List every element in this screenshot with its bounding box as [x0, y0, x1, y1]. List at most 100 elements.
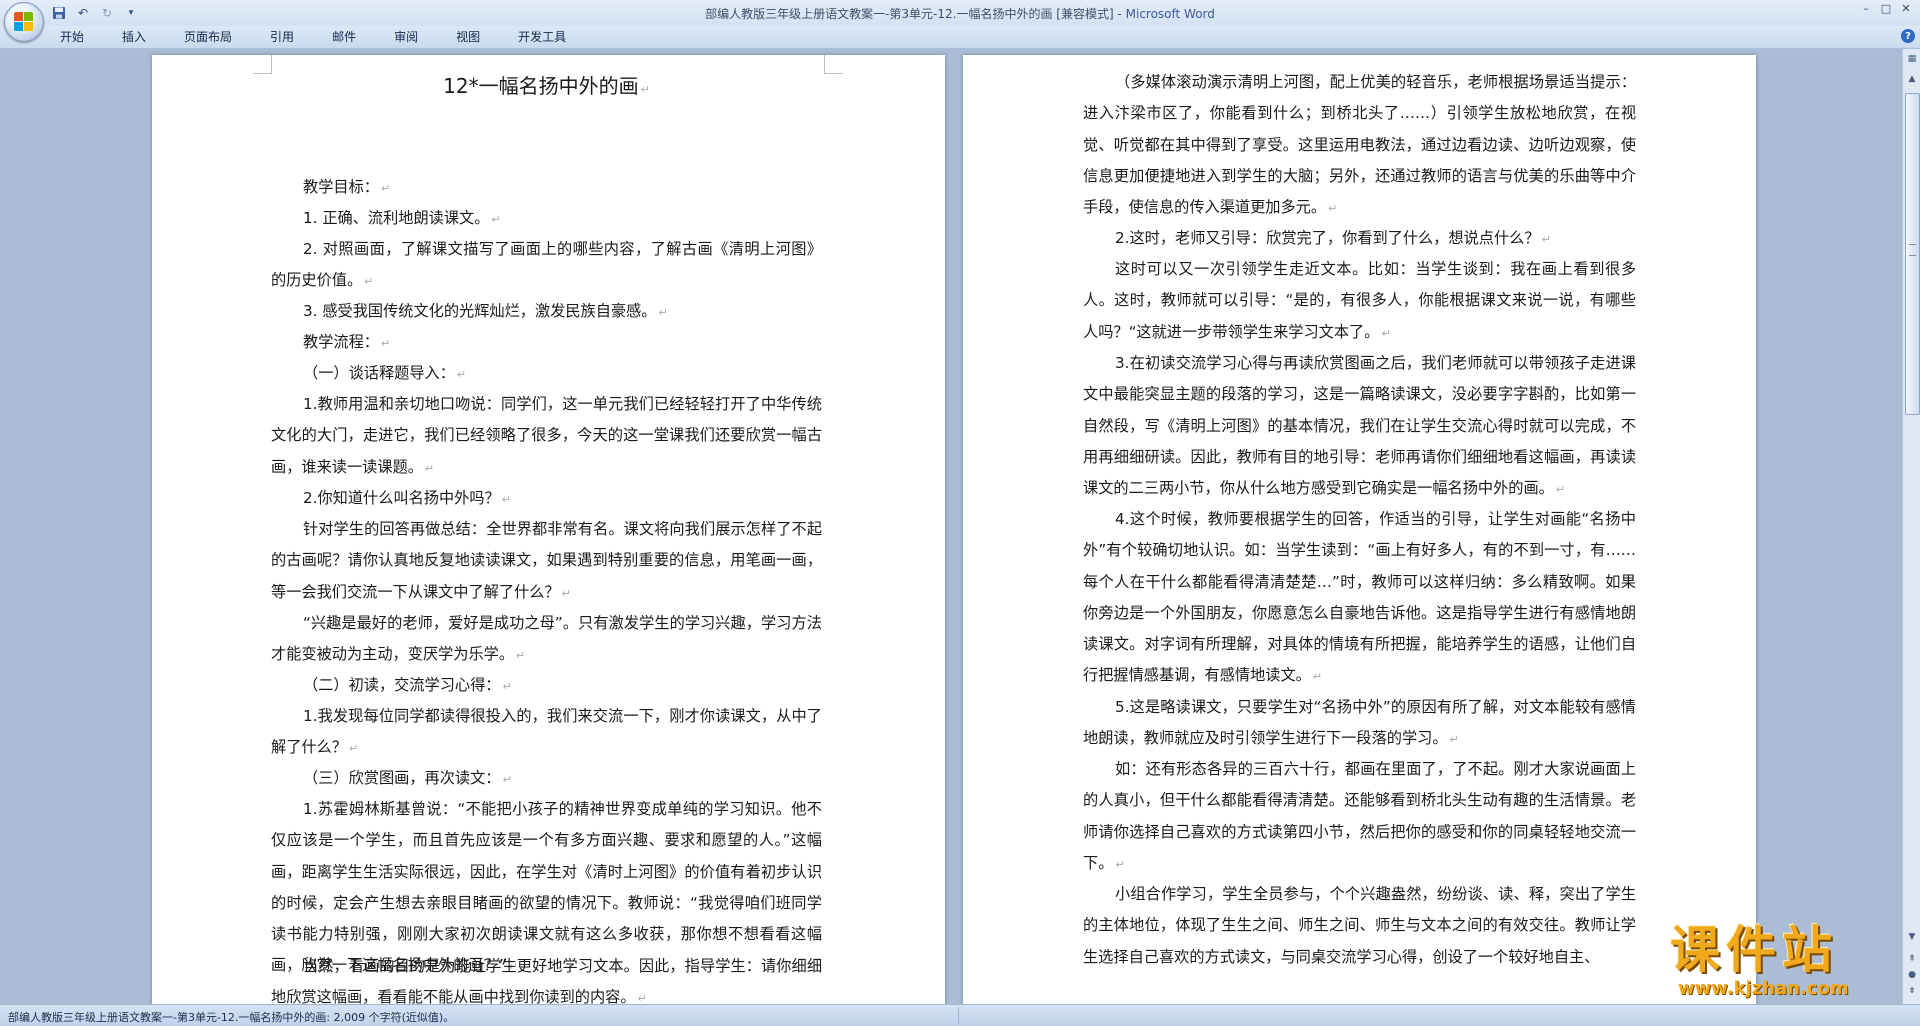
- paragraph: 当然，看画的目的是为能让学生更好地学习文本。因此，指导学生：请你细细地欣赏这幅画…: [271, 951, 822, 1004]
- paragraph-mark: ↵: [561, 586, 571, 600]
- scroll-up-icon[interactable]: ▲: [1904, 71, 1920, 87]
- paragraph-mark: ↵: [637, 992, 647, 1004]
- paragraph-mark: ↵: [364, 275, 374, 289]
- paragraph: 5.这是略读课文，只要学生对“名扬中外”的原因有所了解，对文本能较有感情地朗读，…: [1083, 692, 1636, 756]
- scrollbar-grip-icon: [1909, 244, 1916, 256]
- paragraph-mark: ↵: [516, 649, 526, 663]
- ribbon-tabs: 开始 插入 页面布局 引用 邮件 审阅 视图 开发工具: [48, 29, 592, 45]
- paragraph-text: 针对学生的回答再做总结：全世界都非常有名。课文将向我们展示怎样了不起的古画呢？请…: [271, 520, 822, 601]
- document-page-2[interactable]: （多媒体滚动演示清明上河图，配上优美的轻音乐，老师根据场景适当提示：进入汴梁市区…: [963, 55, 1756, 1004]
- paragraph: 1.我发现每位同学都读得很投入的，我们来交流一下，刚才你读课文，从中了解了什么？…: [271, 701, 822, 765]
- paragraph-mark: ↵: [1555, 483, 1566, 497]
- paragraph: 2. 对照画面，了解课文描写了画面上的哪些内容，了解古画《清明上河图》的历史价值…: [271, 234, 822, 298]
- paragraph: 教学目标： ↵: [271, 172, 822, 204]
- select-browse-object-icon[interactable]: ●: [1904, 967, 1920, 983]
- paragraph-text: 2.这时，老师又引导：欣赏完了，你看到了什么，想说点什么？: [1115, 229, 1540, 247]
- ribbon-tab-bar: 开始 插入 页面布局 引用 邮件 审阅 视图 开发工具 ?: [0, 26, 1920, 49]
- paragraph-text: （二）初读，交流学习心得：: [303, 676, 501, 694]
- paragraph: （三）欣赏图画，再次读文： ↵: [271, 763, 822, 795]
- status-bar: 部编人教版三年级上册语文教案一-第3单元-12.一幅名扬中外的画: 2,009 …: [0, 1004, 1920, 1026]
- paragraph-text: 小组合作学习，学生全员参与，个个兴趣盎然，纷纷谈、读、释，突出了学生的主体地位，…: [1083, 885, 1636, 966]
- scroll-down-icon[interactable]: ▼: [1904, 929, 1920, 945]
- paragraph-mark: ↵: [1541, 233, 1551, 246]
- paragraph-text: 3.在初读交流学习心得与再读欣赏图画之后，我们老师就可以带领孩子走进课文中最能突…: [1083, 354, 1636, 498]
- paragraph-text: 2. 对照画面，了解课文描写了画面上的哪些内容，了解古画《清明上河图》的历史价值…: [271, 240, 822, 290]
- paragraph: 针对学生的回答再做总结：全世界都非常有名。课文将向我们展示怎样了不起的古画呢？请…: [271, 514, 822, 609]
- tab-insert[interactable]: 插入: [110, 29, 158, 45]
- paragraph-text: “兴趣是最好的老师，爱好是成功之母”。只有激发学生的学习兴趣，学习方法才能变被动…: [271, 614, 822, 664]
- paragraph-mark: ↵: [380, 182, 391, 195]
- paragraph-mark: ↵: [456, 368, 467, 381]
- document-page-1[interactable]: 12*一幅名扬中外的画 ↵ 教学目标： ↵ 1. 正确、流利地朗读课文。 ↵ 2. 对…: [152, 55, 945, 1004]
- window-title: 部编人教版三年级上册语文教案一-第3单元-12.一幅名扬中外的画 [兼容模式] …: [0, 5, 1920, 22]
- paragraph-text: 1.教师用温和亲切地口吻说：同学们，这一单元我们已经轻轻打开了中华传统文化的大门…: [271, 395, 822, 476]
- tab-home[interactable]: 开始: [48, 29, 96, 45]
- paragraph-mark: ↵: [348, 742, 359, 756]
- previous-page-icon[interactable]: ⇞: [1904, 951, 1920, 967]
- paragraph-mark: ↵: [502, 773, 512, 786]
- paragraph-text: 如：还有形态各异的三百六十行，都画在里面了，了不起。刚才大家说画面上的人真小，但…: [1083, 760, 1636, 872]
- paragraph-text: （一）谈话释题导入：: [303, 364, 455, 382]
- paragraph: （二）初读，交流学习心得： ↵: [271, 670, 822, 702]
- watermark-title: 课件站: [1670, 921, 1838, 979]
- paragraph: “兴趣是最好的老师，爱好是成功之母”。只有激发学生的学习兴趣，学习方法才能变被动…: [271, 608, 822, 672]
- paragraph-text: 教学流程：: [303, 333, 379, 351]
- paragraph-mark: ↵: [1115, 857, 1125, 871]
- paragraph-text: 2.你知道什么叫名扬中外吗？: [303, 489, 500, 507]
- window-controls: – □ ✕: [1856, 0, 1916, 16]
- paragraph-text: 这时可以又一次引领学生走近文本。比如：当学生谈到：我在画上看到很多人。这时，教师…: [1083, 260, 1636, 341]
- vertical-scrollbar[interactable]: ▦ ▲ ▼ ⇞ ● ⇟: [1902, 49, 1920, 1004]
- tab-page-layout[interactable]: 页面布局: [172, 29, 244, 45]
- paragraph-text: 当然，看画的目的是为能让学生更好地学习文本。因此，指导学生：请你细细地欣赏这幅画…: [271, 957, 822, 1004]
- title-bar: ↶ ↻ ▾ 部编人教版三年级上册语文教案一-第3单元-12.一幅名扬中外的画 […: [0, 0, 1920, 42]
- paragraph-text: （多媒体滚动演示清明上河图，配上优美的轻音乐，老师根据场景适当提示：进入汴梁市区…: [1083, 73, 1636, 217]
- paragraph: 3. 感受我国传统文化的光辉灿烂，激发民族自豪感。 ↵: [271, 296, 822, 328]
- paragraph: 小组合作学习，学生全员参与，个个兴趣盎然，纷纷谈、读、释，突出了学生的主体地位，…: [1083, 879, 1636, 973]
- tab-view[interactable]: 视图: [444, 29, 492, 45]
- paragraph-text: 1.苏霍姆林斯基曾说：“不能把小孩子的精神世界变成单纯的学习知识。他不仅应该是一…: [271, 800, 822, 975]
- paragraph: （一）谈话释题导入： ↵: [271, 358, 822, 390]
- paragraph: （多媒体滚动演示清明上河图，配上优美的轻音乐，老师根据场景适当提示：进入汴梁市区…: [1083, 67, 1636, 224]
- tab-developer[interactable]: 开发工具: [506, 29, 578, 45]
- scrollbar-thumb[interactable]: [1905, 93, 1920, 415]
- paragraph: 3.在初读交流学习心得与再读欣赏图画之后，我们老师就可以带领孩子走进课文中最能突…: [1083, 348, 1636, 505]
- help-icon[interactable]: ?: [1901, 29, 1915, 43]
- paragraph-text: 1. 正确、流利地朗读课文。: [303, 209, 490, 227]
- tab-references[interactable]: 引用: [258, 29, 306, 45]
- close-button[interactable]: ✕: [1896, 0, 1916, 16]
- paragraph-text: （三）欣赏图画，再次读文：: [303, 769, 501, 787]
- paragraph: 教学流程： ↵: [271, 327, 822, 359]
- paragraph: 4.这个时候，教师要根据学生的回答，作适当的引导，让学生对画能“名扬中外”有个较…: [1083, 504, 1636, 693]
- watermark-url: www.kjzhan.com: [1678, 978, 1849, 999]
- paragraph: 如：还有形态各异的三百六十行，都画在里面了，了不起。刚才大家说画面上的人真小，但…: [1083, 754, 1636, 880]
- paragraph-mark: ↵: [424, 461, 435, 475]
- status-separator: [958, 1007, 959, 1024]
- margin-corner-mark: [824, 55, 843, 74]
- paragraph-mark: ↵: [502, 680, 512, 693]
- office-button[interactable]: [4, 2, 44, 42]
- tab-review[interactable]: 审阅: [382, 29, 430, 45]
- paragraph: 这时可以又一次引领学生走近文本。比如：当学生谈到：我在画上看到很多人。这时，教师…: [1083, 254, 1636, 349]
- paragraph-text: 教学目标：: [303, 178, 379, 196]
- window-title-doc: 部编人教版三年级上册语文教案一-第3单元-12.一幅名扬中外的画 [兼容模式] …: [705, 7, 1126, 21]
- next-page-icon[interactable]: ⇟: [1904, 983, 1920, 999]
- paragraph-mark: ↵: [491, 213, 501, 226]
- watermark-logo: 课件站 www.kjzhan.com: [1660, 922, 1900, 1002]
- paragraph-mark: ↵: [380, 337, 391, 350]
- document-title-text: 12*一幅名扬中外的画: [443, 74, 639, 98]
- margin-corner-mark: [253, 55, 272, 74]
- minimize-button[interactable]: –: [1856, 0, 1876, 16]
- status-text: 部编人教版三年级上册语文教案一-第3单元-12.一幅名扬中外的画: 2,009 …: [8, 1011, 455, 1024]
- paragraph-text: 4.这个时候，教师要根据学生的回答，作适当的引导，让学生对画能“名扬中外”有个较…: [1083, 510, 1636, 685]
- paragraph-mark: ↵: [1381, 326, 1391, 340]
- maximize-button[interactable]: □: [1876, 0, 1896, 16]
- paragraph: 1. 正确、流利地朗读课文。 ↵: [271, 203, 822, 235]
- paragraph: 2.这时，老师又引导：欣赏完了，你看到了什么，想说点什么？ ↵: [1083, 223, 1636, 255]
- paragraph-mark: ↵: [658, 306, 668, 319]
- paragraph-mark: ↵: [640, 83, 650, 96]
- paragraph-mark: ↵: [1449, 733, 1459, 747]
- document-title: 12*一幅名扬中外的画 ↵: [271, 69, 822, 107]
- tab-mailings[interactable]: 邮件: [320, 29, 368, 45]
- ruler-toggle-icon[interactable]: ▦: [1904, 51, 1920, 67]
- paragraph-mark: ↵: [501, 493, 511, 506]
